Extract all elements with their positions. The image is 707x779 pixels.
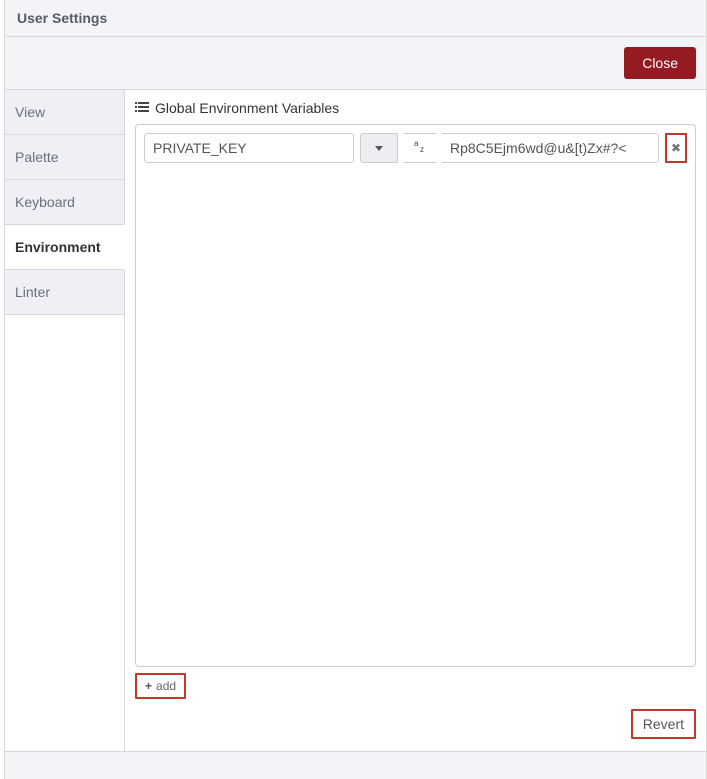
add-row: + add — [135, 673, 696, 699]
env-variables-box: a z ✖ — [135, 124, 696, 667]
settings-dialog: User Settings Close View Palette Keyboar… — [4, 0, 707, 779]
dialog-body: View Palette Keyboard Environment Linter… — [5, 90, 706, 751]
add-variable-button[interactable]: + add — [135, 673, 186, 699]
close-icon: ✖ — [671, 141, 681, 155]
actions-row: Revert — [135, 709, 696, 739]
close-bar: Close — [5, 37, 706, 90]
env-type-dropdown[interactable] — [360, 133, 398, 163]
sidebar-item-view[interactable]: View — [5, 90, 124, 135]
sidebar-item-keyboard[interactable]: Keyboard — [5, 180, 124, 225]
add-button-label: add — [156, 679, 176, 693]
section-title-text: Global Environment Variables — [155, 100, 339, 116]
sidebar-item-linter[interactable]: Linter — [5, 270, 124, 315]
az-icon: a z — [412, 139, 428, 158]
dialog-footer — [5, 751, 706, 779]
settings-main: Global Environment Variables a z — [125, 90, 706, 751]
env-value-input[interactable] — [442, 133, 659, 163]
sidebar-item-palette[interactable]: Palette — [5, 135, 124, 180]
close-button[interactable]: Close — [624, 47, 696, 79]
list-icon — [135, 101, 149, 115]
env-key-input[interactable] — [144, 133, 354, 163]
dialog-title: User Settings — [5, 0, 706, 37]
section-title: Global Environment Variables — [135, 100, 696, 116]
revert-button[interactable]: Revert — [631, 709, 696, 739]
sidebar-item-environment[interactable]: Environment — [5, 225, 125, 270]
caret-down-icon — [375, 146, 383, 151]
svg-text:a: a — [414, 139, 419, 148]
settings-sidebar: View Palette Keyboard Environment Linter — [5, 90, 125, 751]
env-variable-row: a z ✖ — [144, 133, 687, 163]
delete-variable-button[interactable]: ✖ — [665, 133, 687, 163]
env-type-indicator: a z — [404, 133, 436, 163]
env-variables-filler — [144, 163, 687, 658]
svg-text:z: z — [420, 145, 424, 154]
plus-icon: + — [145, 679, 152, 693]
sidebar-filler — [5, 315, 124, 751]
